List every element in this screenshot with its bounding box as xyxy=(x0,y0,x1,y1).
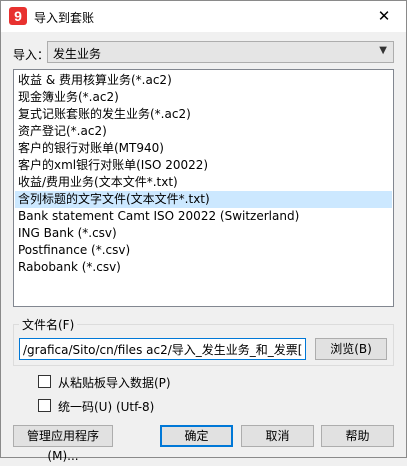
manage-apps-button[interactable]: 管理应用程序(M)... xyxy=(13,425,113,463)
unicode-checkbox-label: 统一码(U) (Utf-8) xyxy=(58,400,155,414)
list-item[interactable]: 复式记账套账的发生业务(*.ac2) xyxy=(15,106,392,123)
list-item[interactable]: 客户的xml银行对账单(ISO 20022) xyxy=(15,157,392,174)
clipboard-checkbox-label: 从粘贴板导入数据(P) xyxy=(58,376,171,390)
list-item[interactable]: 收益 & 费用核算业务(*.ac2) xyxy=(15,72,392,89)
list-item[interactable]: ING Bank (*.csv) xyxy=(15,225,392,242)
close-button[interactable]: ✕ xyxy=(362,1,406,31)
cancel-button[interactable]: 取消 xyxy=(241,425,314,447)
import-type-value: 发生业务 xyxy=(53,47,102,61)
app-logo-icon: 9 xyxy=(9,7,27,25)
chevron-down-icon: ▼ xyxy=(379,45,387,56)
ok-button[interactable]: 确定 xyxy=(160,425,233,447)
import-dialog: 9 导入到套账 ✕ 导入： 发生业务 ▼ 收益 & 费用核算业务(*.ac2) 现… xyxy=(0,0,407,463)
window-title: 导入到套账 xyxy=(34,11,95,25)
browse-button[interactable]: 浏览(B) xyxy=(315,338,387,360)
list-item[interactable]: Rabobank (*.csv) xyxy=(15,259,392,276)
list-item[interactable]: 客户的银行对账单(MT940) xyxy=(15,140,392,157)
help-button[interactable]: 帮助 xyxy=(321,425,394,447)
unicode-checkbox[interactable] xyxy=(38,399,51,412)
list-item[interactable]: 含列标题的文字文件(文本文件*.txt) xyxy=(15,191,392,208)
list-item[interactable]: 收益/费用业务(文本文件*.txt) xyxy=(15,174,392,191)
list-item[interactable]: Bank statement Camt ISO 20022 (Switzerla… xyxy=(15,208,392,225)
close-icon: ✕ xyxy=(377,7,391,25)
svg-text:9: 9 xyxy=(14,8,22,24)
clipboard-checkbox[interactable] xyxy=(38,375,51,388)
list-item[interactable]: Postfinance (*.csv) xyxy=(15,242,392,259)
filename-input[interactable] xyxy=(19,338,306,360)
list-item[interactable]: 资产登记(*.ac2) xyxy=(15,123,392,140)
import-type-label: 导入： xyxy=(13,48,50,62)
import-type-dropdown[interactable]: 发生业务 ▼ xyxy=(47,41,394,63)
format-list[interactable]: 收益 & 费用核算业务(*.ac2) 现金簿业务(*.ac2) 复式记账套账的发生业… xyxy=(13,69,394,307)
list-item[interactable]: 现金簿业务(*.ac2) xyxy=(15,89,392,106)
title-bar: 9 导入到套账 ✕ xyxy=(1,1,406,32)
filename-group-label: 文件名(F) xyxy=(19,316,78,333)
